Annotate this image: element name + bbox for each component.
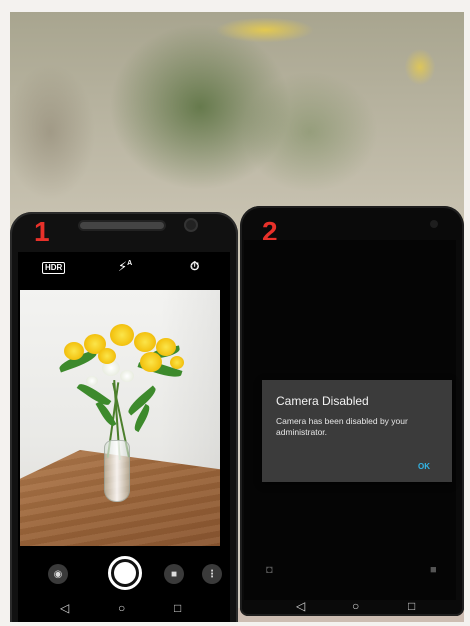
phone-2-front-camera	[430, 220, 438, 228]
dialog-ok-button[interactable]: OK	[418, 462, 430, 471]
photo-frame: 1 HDR ⚡A ⏱ ◉ ■ ⋮ ◁ ○ □ 2 Camera Disabled…	[10, 12, 464, 622]
phone-2-screen: Camera Disabled Camera has been disabled…	[244, 240, 456, 612]
phone-2-nav-bar: ◁ ○ □	[244, 596, 456, 620]
hdr-icon[interactable]: HDR	[42, 262, 66, 274]
phone-1-speaker	[80, 222, 164, 229]
phone-1-front-camera	[186, 220, 196, 230]
recents-square-icon[interactable]: □	[174, 602, 181, 614]
shutter-icon[interactable]	[108, 556, 142, 590]
more-icon[interactable]: ⋮	[202, 564, 222, 584]
back-triangle-icon[interactable]: ◁	[60, 602, 69, 614]
white-flower	[120, 370, 134, 382]
camera-viewfinder[interactable]	[20, 290, 220, 546]
phone-1: 1 HDR ⚡A ⏱ ◉ ■ ⋮ ◁ ○ □	[10, 212, 238, 622]
video-icon: ■	[430, 564, 437, 576]
phone-1-number: 1	[34, 216, 50, 247]
camera-bottom-controls: ◉ ■ ⋮	[18, 552, 230, 598]
yellow-flower	[140, 352, 162, 372]
camera-icon: ◘	[266, 564, 273, 576]
white-flower	[86, 376, 98, 386]
dialog-title: Camera Disabled	[276, 394, 369, 408]
phone-1-screen: HDR ⚡A ⏱ ◉ ■ ⋮ ◁ ○ □	[18, 252, 230, 622]
flash-auto-label: A	[127, 260, 133, 267]
dialog-message: Camera has been disabled by your adminis…	[276, 416, 408, 437]
recents-square-icon[interactable]: □	[408, 600, 415, 612]
wall	[160, 290, 220, 470]
home-circle-icon[interactable]: ○	[118, 602, 125, 614]
video-icon[interactable]: ■	[164, 564, 184, 584]
yellow-flower	[110, 324, 134, 346]
flash-auto-icon[interactable]: ⚡A	[118, 260, 132, 273]
camera-top-toolbar: HDR ⚡A ⏱	[18, 252, 230, 286]
yellow-flower	[156, 338, 176, 356]
yellow-flower	[98, 348, 116, 364]
yellow-flower	[64, 342, 84, 360]
timer-icon[interactable]: ⏱	[190, 260, 199, 272]
switch-camera-icon[interactable]: ◉	[48, 564, 68, 584]
glass-vase	[104, 440, 130, 502]
phone-2: 2 Camera Disabled Camera has been disabl…	[240, 206, 464, 616]
phone-1-nav-bar: ◁ ○ □	[18, 598, 230, 622]
yellow-flower	[170, 356, 184, 369]
back-triangle-icon[interactable]: ◁	[296, 600, 305, 612]
home-circle-icon[interactable]: ○	[352, 600, 359, 612]
yellow-flower	[134, 332, 156, 352]
camera-disabled-dialog: Camera Disabled Camera has been disabled…	[262, 380, 452, 482]
